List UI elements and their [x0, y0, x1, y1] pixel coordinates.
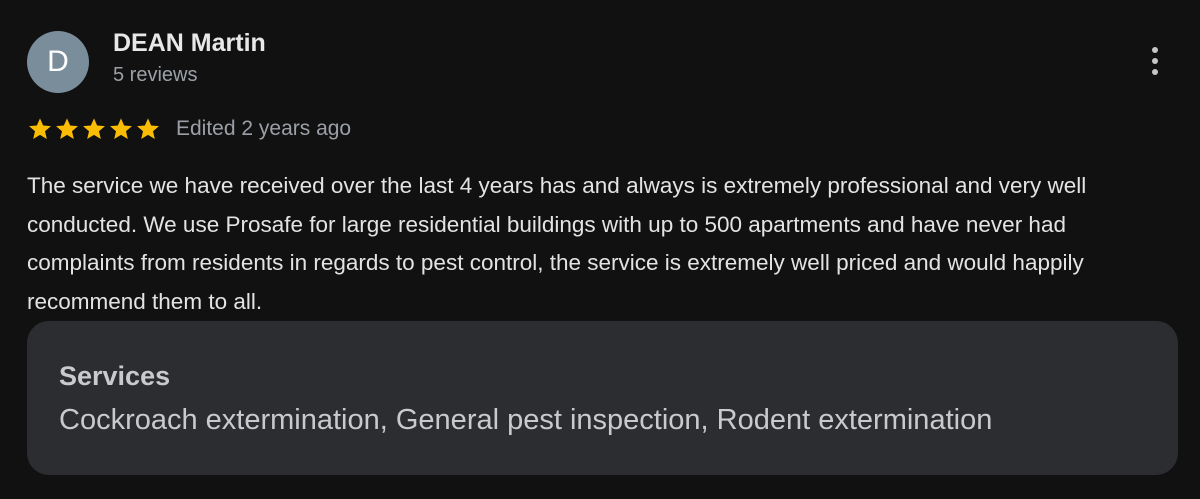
- star-icon: [29, 118, 51, 139]
- star-icon: [137, 118, 159, 139]
- review-card: D DEAN Martin 5 reviews Edited 2 years a…: [0, 0, 1200, 499]
- star-icon: [83, 118, 105, 139]
- more-vert-icon-dot: [1152, 69, 1158, 75]
- rating-row: Edited 2 years ago: [27, 114, 351, 144]
- star-rating: [27, 116, 161, 142]
- services-box: Services Cockroach extermination, Genera…: [27, 321, 1178, 475]
- more-vert-icon: [1152, 47, 1158, 53]
- review-count[interactable]: 5 reviews: [113, 64, 197, 87]
- more-vert-icon-dot: [1152, 58, 1158, 64]
- services-list: Cockroach extermination, General pest in…: [59, 404, 993, 436]
- author-name[interactable]: DEAN Martin: [113, 29, 266, 58]
- review-text: The service we have received over the la…: [27, 173, 1087, 314]
- edited-timestamp: Edited 2 years ago: [176, 117, 352, 140]
- star-icon: [110, 118, 132, 139]
- services-title: Services: [59, 361, 171, 391]
- more-options-button[interactable]: [1138, 40, 1172, 82]
- star-icon: [56, 118, 78, 139]
- avatar[interactable]: D: [27, 31, 89, 93]
